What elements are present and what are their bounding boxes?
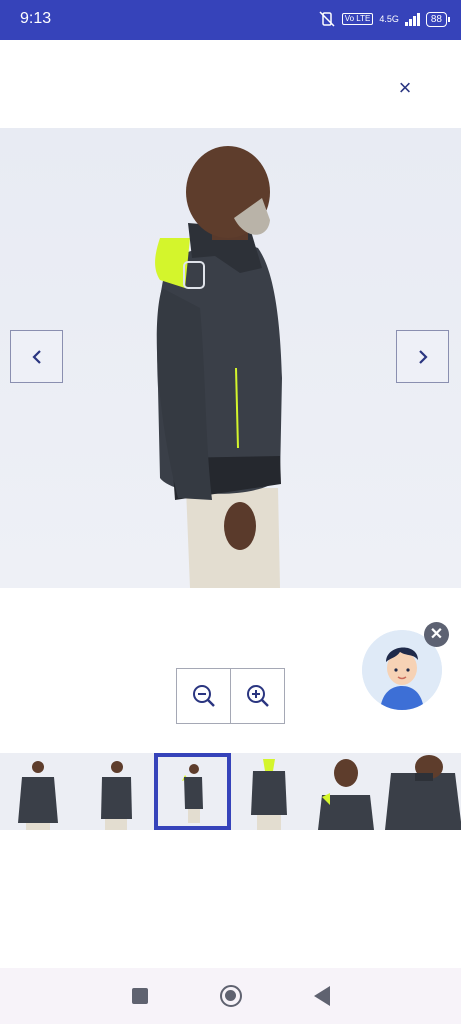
thumbnail-back[interactable] [231,753,308,830]
recent-apps-button[interactable] [131,988,148,1004]
thumbnail-front-angle[interactable] [77,753,154,830]
thumbnail-image [385,753,461,830]
battery-icon: 88 [425,11,451,27]
close-button[interactable]: × [391,74,419,102]
zoom-out-button[interactable] [177,669,230,723]
vibrate-mute-icon [319,11,335,27]
chevron-right-icon [418,349,428,364]
thumbnail-image [77,753,154,830]
thumbnail-hood-detail[interactable] [385,753,461,830]
network-type: 4.5G [379,13,399,24]
zoom-in-icon [246,685,269,707]
volte-badge: Vo LTE [341,13,374,25]
zoom-controls [176,668,285,724]
prev-image-button[interactable] [10,330,63,383]
thumbnail-strip [0,753,461,830]
zoom-in-button[interactable] [230,669,284,723]
product-image[interactable] [0,128,461,588]
status-time: 9:13 [20,10,52,27]
thumbnail-side-selected[interactable] [154,753,231,830]
next-image-button[interactable] [396,330,449,383]
chevron-left-icon [31,349,41,364]
thumbnail-image [158,757,227,826]
assistant-close-button[interactable]: ✕ [424,622,449,647]
zoom-out-icon [192,685,215,707]
thumbnail-image [308,753,385,830]
product-photo [155,146,282,588]
back-button[interactable] [313,986,330,1006]
status-bar: 9:13 Vo LTE 4.5G 88 [0,0,461,40]
thumbnail-collar-closeup[interactable] [308,753,385,830]
status-icons: Vo LTE 4.5G 88 [318,11,451,27]
thumbnail-front[interactable] [0,753,77,830]
system-nav-bar [0,968,461,1024]
thumbnail-image [0,753,77,830]
home-button[interactable] [219,985,242,1007]
signal-icon [404,12,420,26]
thumbnail-image [231,753,308,830]
